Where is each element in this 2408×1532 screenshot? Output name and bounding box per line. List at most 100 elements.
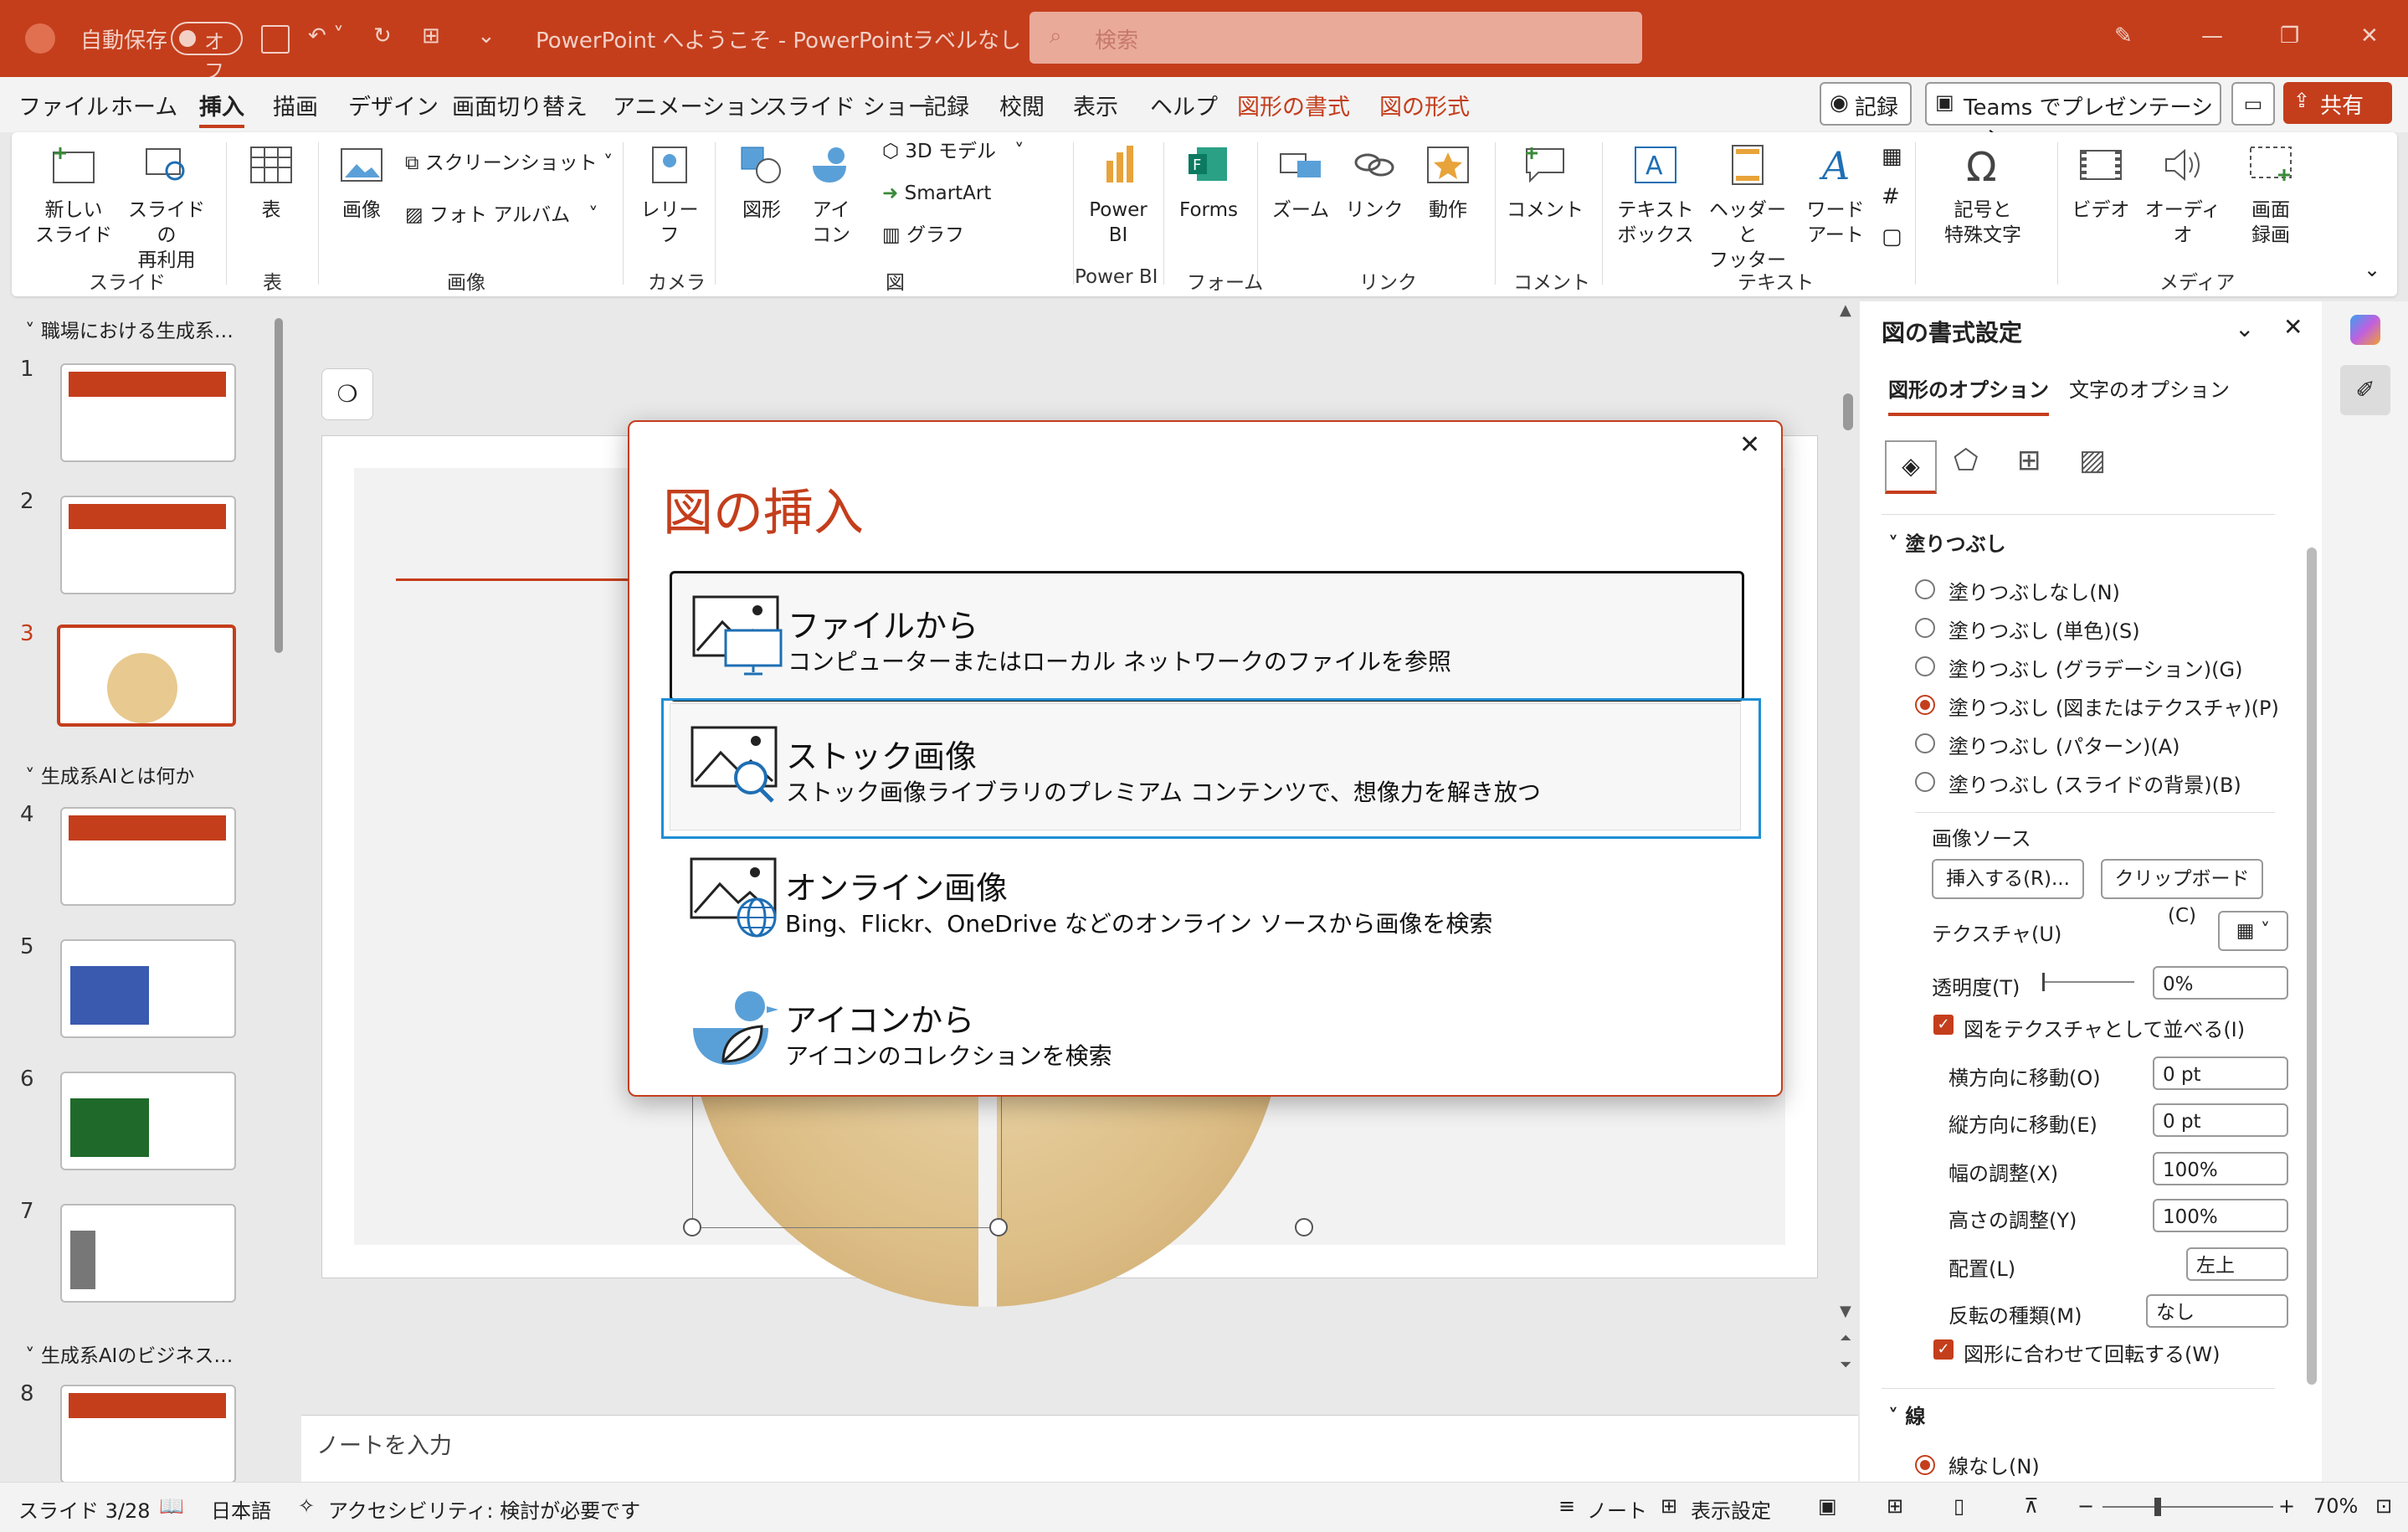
- copilot-pen-icon[interactable]: ✎: [2114, 23, 2133, 49]
- scale-x-input[interactable]: 100%: [2153, 1152, 2288, 1185]
- tab-record[interactable]: 記録: [924, 89, 969, 121]
- fill-section-header[interactable]: ˅ 塗りつぶし: [1888, 527, 2006, 557]
- scroll-down-icon[interactable]: ▼: [1840, 1303, 1851, 1320]
- line-section-header[interactable]: ˅ 線: [1888, 1400, 1925, 1429]
- tab-animations[interactable]: アニメーション: [613, 89, 770, 121]
- alignment-dropdown[interactable]: 左上: [2186, 1247, 2288, 1281]
- pane-scrollbar[interactable]: [2307, 548, 2317, 1385]
- tab-picture-format[interactable]: 図の形式: [1379, 89, 1470, 121]
- object-icon[interactable]: ▢: [1882, 224, 1902, 249]
- screenshot-button[interactable]: ⧉ スクリーンショット ˅: [405, 151, 613, 176]
- offset-y-input[interactable]: 0 pt: [2153, 1103, 2288, 1137]
- tab-transitions[interactable]: 画面切り替え: [452, 89, 588, 121]
- transparency-slider[interactable]: [2042, 973, 2134, 991]
- chart-button[interactable]: ▥ グラフ: [882, 223, 964, 248]
- slide-thumbnail[interactable]: [60, 1385, 236, 1483]
- symbols-button[interactable]: Ω 記号と 特殊文字: [1928, 144, 2037, 248]
- tab-help[interactable]: ヘルプ: [1150, 89, 1218, 121]
- resize-handle[interactable]: [1295, 1218, 1313, 1236]
- teams-present-button[interactable]: ▣ Teams でプレゼンテーション: [1925, 82, 2221, 152]
- action-button[interactable]: 動作: [1415, 144, 1481, 223]
- from-icons-option[interactable]: アイコンから アイコンのコレクションを検索: [670, 968, 1739, 1093]
- pane-close-icon[interactable]: ✕: [2283, 313, 2303, 341]
- zoom-slider[interactable]: [2103, 1498, 2273, 1516]
- tab-home[interactable]: ホーム: [110, 89, 177, 121]
- next-slide-icon[interactable]: ⏷: [1840, 1356, 1851, 1374]
- comments-button[interactable]: ▭: [2231, 82, 2275, 126]
- reading-view-icon[interactable]: ▯: [1954, 1494, 1964, 1518]
- radio-background-fill[interactable]: [1915, 772, 1935, 792]
- radio-solid-fill[interactable]: [1915, 618, 1935, 638]
- rotate-with-shape-checkbox[interactable]: ✓: [1933, 1339, 1954, 1360]
- zoom-button[interactable]: ズーム: [1267, 144, 1334, 223]
- tab-text-options[interactable]: 文字のオプション: [2069, 373, 2230, 403]
- scroll-up-icon[interactable]: ▲: [1840, 301, 1851, 319]
- slide-thumbnail[interactable]: [60, 496, 236, 594]
- tile-checkbox[interactable]: ✓: [1933, 1015, 1954, 1035]
- radio-picture-fill[interactable]: [1915, 695, 1935, 715]
- slide-thumbnail[interactable]: [60, 363, 236, 462]
- resize-handle[interactable]: [683, 1218, 701, 1236]
- undo-icon[interactable]: ↶ ˅: [308, 23, 344, 49]
- resize-handle[interactable]: [989, 1218, 1008, 1236]
- slide-thumbnail[interactable]: [60, 807, 236, 906]
- save-icon[interactable]: [261, 25, 290, 54]
- tab-shape-format[interactable]: 図形の書式: [1237, 89, 1350, 121]
- copilot-rail-icon[interactable]: [2350, 315, 2380, 345]
- spellcheck-icon[interactable]: 📖: [159, 1494, 184, 1518]
- fit-to-window-icon[interactable]: ⊡: [2375, 1494, 2392, 1518]
- sensitivity-label[interactable]: ラベルなし: [912, 23, 1021, 54]
- image-button[interactable]: 画像: [328, 144, 395, 223]
- transparency-input[interactable]: 0%: [2153, 966, 2288, 1000]
- radio-no-line[interactable]: [1915, 1455, 1935, 1475]
- mirror-type-dropdown[interactable]: なし: [2146, 1294, 2288, 1328]
- language[interactable]: 日本語: [211, 1494, 271, 1524]
- copilot-button[interactable]: ❍: [321, 368, 373, 420]
- slide-thumbnail[interactable]: [60, 939, 236, 1038]
- size-properties-icon[interactable]: ⊞: [2017, 444, 2041, 477]
- radio-no-fill[interactable]: [1915, 579, 1935, 599]
- shapes-button[interactable]: 図形: [728, 144, 795, 223]
- offset-x-input[interactable]: 0 pt: [2153, 1056, 2288, 1090]
- tab-view[interactable]: 表示: [1073, 89, 1118, 121]
- table-button[interactable]: 表: [236, 144, 306, 223]
- collapse-ribbon-icon[interactable]: ⌄: [2364, 258, 2380, 281]
- slide-thumbnail[interactable]: [60, 1072, 236, 1170]
- tab-insert[interactable]: 挿入: [199, 89, 244, 128]
- autosave-toggle[interactable]: オフ: [171, 22, 243, 83]
- online-images-option[interactable]: オンライン画像 Bing、Flickr、OneDrive などのオンライン ソー…: [670, 835, 1739, 961]
- date-time-icon[interactable]: ▦: [1882, 144, 1902, 169]
- forms-button[interactable]: F Forms: [1175, 144, 1242, 223]
- slideshow-icon[interactable]: ⊼: [2024, 1494, 2039, 1518]
- prev-slide-icon[interactable]: ⏶: [1840, 1329, 1851, 1347]
- radio-pattern-fill[interactable]: [1915, 733, 1935, 753]
- fill-line-icon[interactable]: ◈: [1885, 440, 1937, 494]
- notes-toggle[interactable]: ノート: [1587, 1494, 1647, 1524]
- slide-counter[interactable]: スライド 3/28: [18, 1494, 151, 1524]
- thumbnails-scrollbar[interactable]: [275, 318, 283, 653]
- texture-dropdown[interactable]: ▦ ˅: [2218, 911, 2288, 951]
- search-box[interactable]: ⌕ 検索: [1029, 12, 1642, 64]
- radio-gradient-fill[interactable]: [1915, 656, 1935, 676]
- tab-file[interactable]: ファイル: [18, 89, 109, 121]
- header-footer-button[interactable]: ヘッダーと フッター: [1706, 144, 1789, 273]
- slide-thumbnail-selected[interactable]: [57, 625, 236, 727]
- screen-recording-button[interactable]: 画面 録画: [2233, 144, 2308, 248]
- new-slide-button[interactable]: 新しい スライド: [32, 144, 116, 248]
- scale-y-input[interactable]: 100%: [2153, 1199, 2288, 1232]
- restore-icon[interactable]: ❐: [2280, 23, 2299, 49]
- pane-options-chevron-icon[interactable]: ⌄: [2235, 315, 2254, 342]
- customize-qat-icon[interactable]: ⌄: [477, 23, 495, 49]
- tab-slideshow[interactable]: スライド ショー: [765, 89, 931, 121]
- zoom-out-icon[interactable]: −: [2077, 1494, 2094, 1518]
- tab-design[interactable]: デザイン: [348, 89, 439, 121]
- slide-number-icon[interactable]: #: [1882, 184, 1900, 209]
- format-pane-rail-icon[interactable]: ✐: [2340, 365, 2390, 415]
- share-button[interactable]: ⇪ 共有: [2283, 82, 2392, 124]
- record-button[interactable]: 記録 ◉: [1820, 82, 1912, 126]
- slide-thumbnail[interactable]: [60, 1204, 236, 1303]
- photo-album-button[interactable]: ▨ フォト アルバム ˅: [405, 203, 598, 228]
- redo-icon[interactable]: ↻: [373, 23, 392, 49]
- tab-review[interactable]: 校閲: [999, 89, 1045, 121]
- stock-images-option[interactable]: ストック画像 ストック画像ライブラリのプレミアム コンテンツで、想像力を解き放つ: [670, 703, 1741, 830]
